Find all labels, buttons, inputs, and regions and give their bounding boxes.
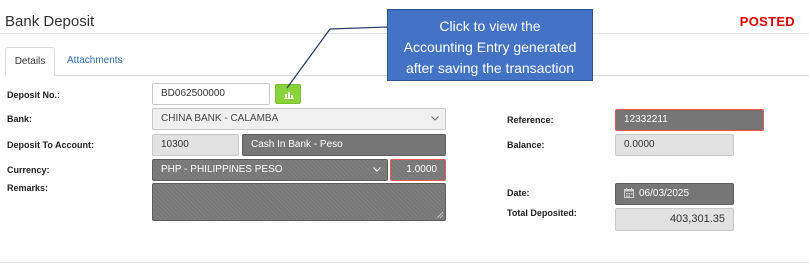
- bank-select-value: CHINA BANK - CALAMBA: [161, 113, 279, 124]
- date-field[interactable]: 06/03/2025: [615, 183, 734, 205]
- callout-line-3: after saving the transaction: [405, 60, 575, 76]
- total-deposited-field: 403,301.35: [615, 208, 734, 231]
- callout-line-1: Click to view the: [439, 18, 541, 34]
- date-value: 06/03/2025: [639, 188, 690, 199]
- currency-select[interactable]: PHP - PHILIPPINES PESO: [152, 159, 388, 181]
- footer-divider: [0, 262, 809, 263]
- reference-label: Reference:: [507, 115, 554, 125]
- currency-select-value: PHP - PHILIPPINES PESO: [161, 164, 283, 175]
- deposit-no-label: Deposit No.:: [7, 90, 60, 100]
- resize-handle-icon: [437, 212, 443, 218]
- tab-details[interactable]: Details: [5, 47, 55, 76]
- callout-line-2: Accounting Entry generated: [403, 39, 577, 55]
- page-title: Bank Deposit: [5, 13, 95, 30]
- reference-field[interactable]: 12332211: [615, 109, 764, 131]
- deposit-to-account-label: Deposit To Account:: [7, 140, 94, 150]
- callout-box: Click to view the Accounting Entry gener…: [387, 9, 593, 81]
- total-deposited-label: Total Deposited:: [507, 208, 577, 218]
- chevron-down-icon: [431, 109, 439, 121]
- tab-attachments[interactable]: Attachments: [56, 47, 134, 76]
- remarks-label: Remarks:: [7, 183, 49, 193]
- calendar-icon: [624, 188, 634, 199]
- balance-field: 0.0000: [615, 134, 734, 156]
- account-code-field[interactable]: 10300: [152, 134, 239, 156]
- chevron-down-icon: [373, 160, 381, 172]
- bar-chart-icon: [284, 92, 294, 99]
- account-name-field[interactable]: Cash In Bank - Peso: [242, 134, 446, 156]
- balance-label: Balance:: [507, 140, 545, 150]
- bank-label: Bank:: [7, 114, 33, 124]
- date-label: Date:: [507, 188, 530, 198]
- accounting-entry-button[interactable]: [275, 84, 301, 104]
- currency-label: Currency:: [7, 165, 50, 175]
- exchange-rate-field[interactable]: 1.0000: [390, 159, 446, 181]
- remarks-textarea[interactable]: [152, 183, 446, 221]
- status-badge: POSTED: [739, 14, 795, 29]
- deposit-no-field[interactable]: BD062500000: [152, 83, 270, 105]
- bank-select[interactable]: CHINA BANK - CALAMBA: [152, 108, 446, 130]
